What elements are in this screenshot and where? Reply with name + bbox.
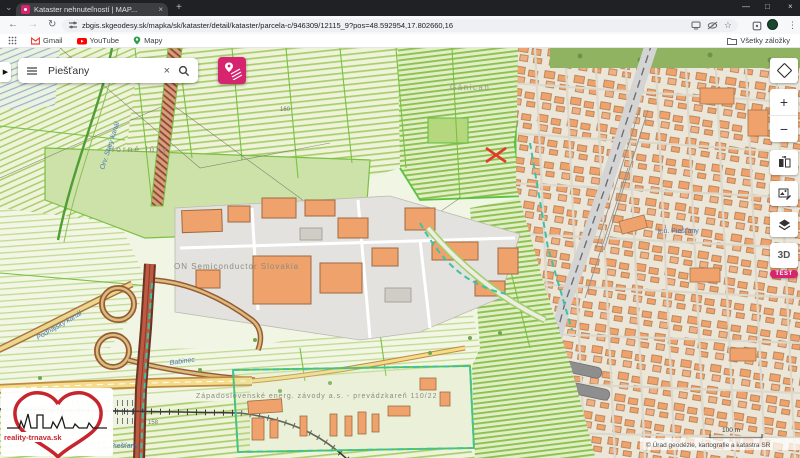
compare-icon [778,156,791,169]
clear-search-icon[interactable]: × [164,65,170,77]
youtube-icon [77,37,87,45]
search-bar[interactable]: × [18,58,198,83]
layers-button[interactable] [770,212,798,237]
map-canvas[interactable]: Horné lúky Gánican Orv. Starý kanál Podh… [0,48,800,458]
watermark-logo: reality-trnava.sk [1,388,113,457]
layers-icon [778,218,791,231]
all-bookmarks-button[interactable]: Všetky záložky [727,36,790,45]
svg-text:100 m: 100 m [722,427,740,434]
svg-text:Gánican: Gánican [450,83,490,92]
url-text[interactable]: zbgis.skgeodesy.sk/mapka/sk/kataster/det… [82,21,685,30]
zbgis-app-button[interactable] [218,57,246,84]
eye-slash-icon[interactable] [707,21,718,30]
bookmark-mapy[interactable]: Mapy [133,36,162,45]
forward-icon[interactable]: → [28,19,38,31]
send-to-device-icon[interactable] [691,21,701,30]
browser-window: ⌄ Kataster nehnuteľností | MAP... × + — … [0,0,800,458]
bookmarks-bar: Gmail YouTube Mapy Všetky záložky [0,34,800,48]
bookmark-star-icon[interactable]: ☆ [724,20,732,31]
map-svg: Horné lúky Gánican Orv. Starý kanál Podh… [0,48,800,458]
three-d-button[interactable]: 3D [770,243,798,268]
reload-icon[interactable]: ↻ [48,19,56,31]
svg-text:k.ú. Piešťany: k.ú. Piešťany [658,228,699,235]
window-close-button[interactable]: × [788,2,793,11]
tune-icon[interactable] [68,20,78,30]
maximize-button[interactable]: □ [765,2,770,11]
extensions-icon[interactable] [752,21,762,31]
test-badge: TEST [770,270,797,278]
browser-toolbar: ← → ↻ zbgis.skgeodesy.sk/mapka/sk/katast… [0,16,800,34]
new-tab-button[interactable]: + [176,4,182,12]
search-input[interactable] [46,64,164,78]
minimize-button[interactable]: — [742,2,750,11]
menu-icon[interactable] [26,66,38,76]
zoom-in-button[interactable]: + [770,89,798,115]
gmail-icon [31,37,40,45]
address-bar[interactable]: zbgis.skgeodesy.sk/mapka/sk/kataster/det… [62,19,738,32]
compare-maps-button[interactable] [770,150,798,175]
zoom-control: + − [770,89,798,142]
park-strip [550,48,800,68]
attribution: © Úrad geodézie, kartografie a katastra … [640,438,800,450]
tab-search-icon[interactable]: ⌄ [5,2,13,13]
svg-text:© Úrad geodézie, kartografie a: © Úrad geodézie, kartografie a katastra … [646,440,771,449]
folder-icon [727,37,737,45]
svg-text:Západoslovenské energ. závody: Západoslovenské energ. závody a.s. - pre… [196,393,437,400]
svg-text:ON Semiconductor Slovakia: ON Semiconductor Slovakia [174,262,299,271]
svg-text:158: 158 [148,420,159,426]
svg-text:160: 160 [280,107,291,113]
browser-tab[interactable]: Kataster nehnuteľností | MAP... × [16,3,168,16]
basemap-icon [778,187,791,200]
zbgis-pin-icon [222,61,242,80]
basemap-button[interactable] [770,181,798,206]
zbgis-favicon [21,5,30,14]
panel-toggle-arrow[interactable]: ▶ [0,62,11,82]
bookmark-gmail[interactable]: Gmail [31,36,63,45]
svg-text:Horné lúky: Horné lúky [108,144,169,154]
tab-title: Kataster nehnuteľností | MAP... [34,5,158,14]
bookmark-youtube[interactable]: YouTube [77,36,119,45]
svg-text:reality-trnava.sk: reality-trnava.sk [4,433,62,442]
substation [233,366,474,452]
zoom-out-button[interactable]: − [770,116,798,142]
tab-close-icon[interactable]: × [158,6,163,14]
apps-grid-icon[interactable] [8,36,17,45]
tab-strip: ⌄ Kataster nehnuteľností | MAP... × + — … [0,0,800,16]
extent-icon [776,63,792,79]
map-controls: + − 3D TEST [770,58,798,278]
default-extent-button[interactable] [770,58,798,83]
map-pin-icon [133,36,141,45]
profile-avatar[interactable] [767,19,778,30]
search-icon[interactable] [178,65,190,77]
back-icon[interactable]: ← [8,19,18,31]
chrome-menu-icon[interactable]: ⋮ [788,19,797,31]
